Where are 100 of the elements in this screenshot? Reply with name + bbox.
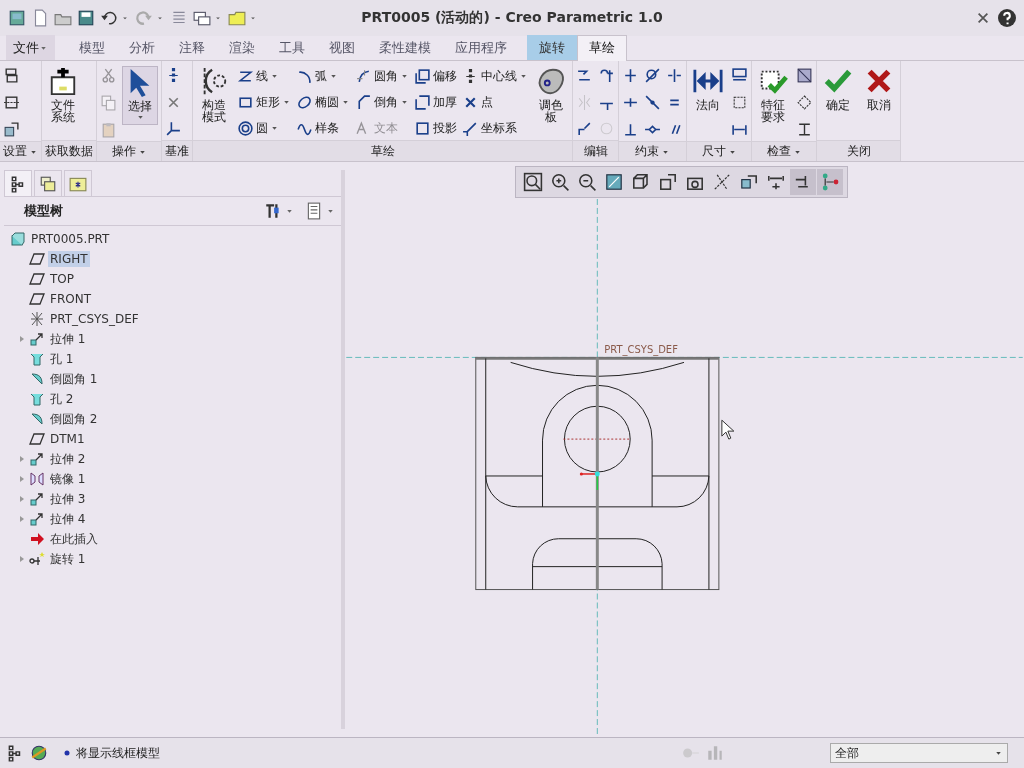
group-menu[interactable]: 设置 — [0, 141, 41, 161]
ribbon-tab[interactable]: 注释 — [167, 35, 217, 60]
app-icon[interactable] — [8, 9, 26, 27]
list-settings-icon[interactable] — [305, 202, 323, 220]
ribbon-button[interactable]: 投影 — [414, 118, 457, 138]
symmetric-icon[interactable] — [666, 67, 683, 84]
tree-item[interactable]: 拉伸 1 — [48, 329, 88, 349]
tree-item[interactable]: FRONT — [48, 291, 93, 307]
ribbon-button[interactable]: 样条 — [296, 118, 350, 138]
csys-label: PRT_CSYS_DEF — [604, 344, 678, 356]
ribbon-button[interactable]: 选择 — [122, 66, 158, 125]
perpendicular-icon[interactable] — [622, 121, 639, 138]
group-label: 获取数据 — [45, 142, 93, 160]
ribbon-button[interactable]: 圆角 — [355, 66, 409, 86]
vertex-display-icon[interactable] — [817, 169, 843, 195]
tree-item[interactable]: 在此插入 — [48, 529, 100, 549]
open-ends-icon[interactable] — [796, 94, 813, 111]
ribbon-tab[interactable]: 视图 — [317, 35, 367, 60]
group-menu[interactable]: 操作 — [97, 141, 161, 161]
tree-item[interactable]: 倒圆角 2 — [48, 409, 100, 429]
references-icon[interactable] — [3, 94, 20, 111]
ribbon-button[interactable]: 文件系统 — [45, 66, 81, 123]
ribbon-tab[interactable]: 旋转 — [527, 35, 577, 60]
chamfer-icon — [355, 93, 372, 111]
ribbon-button[interactable]: 坐标系 — [462, 118, 528, 138]
tree-item[interactable]: 拉伸 3 — [48, 489, 88, 509]
tree-item[interactable]: 旋转 1 — [48, 549, 88, 569]
csys-icon — [29, 311, 45, 327]
vertical-constraint-icon[interactable] — [622, 67, 639, 84]
window-title: PRT0005 (活动的) - Creo Parametric 1.0 — [360, 9, 664, 27]
ribbon-tab[interactable]: 应用程序 — [443, 35, 519, 60]
windows-icon[interactable] — [193, 9, 211, 27]
tree-item[interactable]: 孔 2 — [48, 389, 76, 409]
ribbon-button[interactable]: 倒角 — [355, 92, 409, 112]
constraint-display-icon[interactable] — [790, 169, 816, 195]
tools-icon[interactable] — [264, 202, 282, 220]
tree-item[interactable]: 拉伸 2 — [48, 449, 88, 469]
ribbon-button[interactable]: 法向 — [690, 66, 726, 111]
baseline-icon[interactable] — [731, 94, 748, 111]
tree-item[interactable]: 拉伸 4 — [48, 509, 88, 529]
hole-icon — [29, 351, 45, 367]
group-menu[interactable]: 检查 — [752, 141, 816, 161]
ribbon-button[interactable]: 取消 — [861, 66, 897, 111]
ribbon-button[interactable]: 偏移 — [414, 66, 457, 86]
ribbon-tab[interactable]: 模型 — [67, 35, 117, 60]
sketch-setup-icon[interactable] — [3, 67, 20, 84]
modify-icon[interactable] — [576, 67, 593, 84]
tree-item[interactable]: 倒圆角 1 — [48, 369, 100, 389]
midpoint-icon[interactable] — [644, 94, 661, 111]
globe-icon[interactable] — [30, 744, 48, 762]
undo-icon[interactable] — [100, 9, 118, 27]
ribbon-tab[interactable]: 渲染 — [217, 35, 267, 60]
ribbon-button[interactable]: 中心线 — [462, 66, 528, 86]
help-icon[interactable] — [998, 9, 1016, 27]
tree-item[interactable]: TOP — [48, 271, 76, 287]
shade-closed-icon[interactable] — [796, 121, 813, 138]
ribbon-button[interactable]: 构造模式 — [196, 66, 232, 123]
revolve-icon — [29, 551, 45, 567]
plane-icon — [29, 251, 45, 267]
close-icon[interactable] — [976, 11, 990, 25]
ribbon-button[interactable]: 点 — [462, 92, 528, 112]
group-label: 关闭 — [846, 142, 871, 160]
fillet-icon — [355, 67, 372, 85]
ribbon-button[interactable]: 调色板 — [533, 66, 569, 123]
ribbon-tab[interactable]: 柔性建模 — [367, 35, 443, 60]
ribbon-tab[interactable]: 分析 — [117, 35, 167, 60]
panel-title: 模型树 — [24, 202, 64, 220]
perimeter-dimension-icon[interactable] — [731, 67, 748, 84]
ribbon-button[interactable]: 弧 — [296, 66, 350, 86]
ribbon-tab[interactable]: 草绘 — [577, 35, 627, 61]
save-icon[interactable] — [77, 9, 95, 27]
ribbon-button[interactable]: 特征要求 — [755, 66, 791, 123]
group-menu[interactable]: 约束 — [619, 141, 686, 161]
trim-icon[interactable] — [598, 67, 615, 84]
ribbon-button[interactable]: 椭圆 — [296, 92, 350, 112]
folder-icon[interactable] — [228, 9, 246, 27]
thicken-icon — [414, 93, 431, 111]
overlap-icon[interactable] — [796, 67, 813, 84]
tree-item[interactable]: 孔 1 — [48, 349, 76, 369]
tree-item[interactable]: 镜像 1 — [48, 469, 88, 489]
group-menu[interactable]: 尺寸 — [687, 141, 751, 161]
file-menu[interactable]: 文件 — [6, 35, 55, 60]
ribbon-button[interactable]: 矩形 — [237, 92, 291, 112]
axes-icon[interactable] — [165, 120, 182, 137]
tree-item[interactable]: DTM1 — [48, 431, 87, 447]
group-label: 编辑 — [583, 142, 608, 160]
ribbon-button[interactable]: 圆 — [237, 118, 291, 138]
filter-dropdown[interactable]: 全部 — [830, 743, 1008, 763]
plane-icon — [29, 431, 45, 447]
tree-item[interactable]: PRT0005.PRT — [29, 231, 112, 247]
divide-icon[interactable] — [576, 120, 593, 137]
plane-icon — [29, 291, 45, 307]
ribbon-button[interactable]: 线 — [237, 66, 291, 86]
ribbon-tab[interactable]: 工具 — [267, 35, 317, 60]
tangent-icon[interactable] — [644, 67, 661, 84]
tree-item[interactable]: RIGHT — [48, 251, 90, 267]
ribbon-button[interactable]: 加厚 — [414, 92, 457, 112]
sketch-view-icon[interactable] — [3, 121, 20, 138]
ribbon-button[interactable]: 确定 — [820, 66, 856, 111]
tree-item[interactable]: PRT_CSYS_DEF — [48, 311, 141, 327]
